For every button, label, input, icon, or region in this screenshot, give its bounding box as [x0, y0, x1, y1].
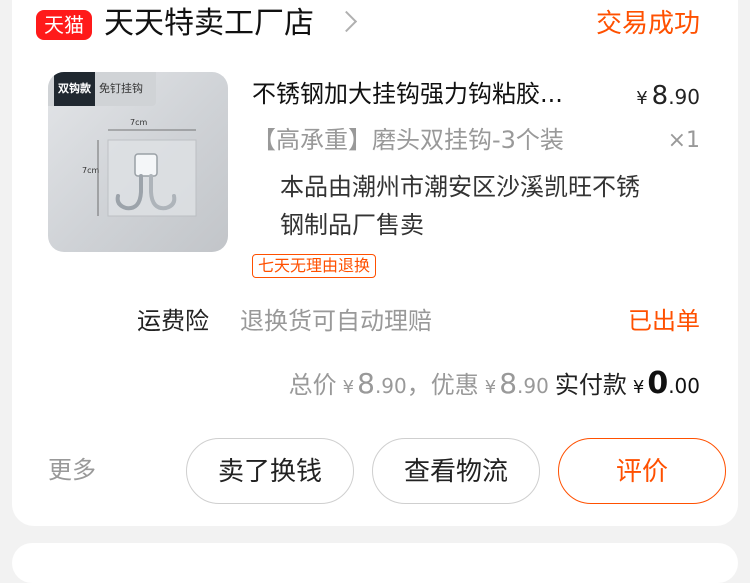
price-integer: 8 — [651, 81, 669, 111]
more-actions-link[interactable]: 更多 — [48, 452, 96, 488]
total-decimal: .90 — [374, 374, 407, 398]
paid-label: 实付款 — [554, 371, 627, 399]
discount-currency: ¥ — [484, 377, 497, 398]
chevron-right-icon[interactable] — [335, 10, 358, 33]
paid-decimal: .00 — [668, 374, 700, 398]
shipping-insurance-label: 运费险 — [137, 307, 209, 335]
shipping-insurance-description: 退换货可自动理赔 — [240, 307, 432, 335]
total-label: 总价 — [288, 371, 337, 399]
order-status: 交易成功 — [595, 9, 700, 39]
product-title[interactable]: 不锈钢加大挂钩强力钩粘胶... — [252, 76, 632, 112]
next-order-card — [12, 543, 738, 583]
shipping-insurance-status: 已出单 — [628, 307, 700, 335]
discount-label: 优惠 — [430, 371, 479, 399]
product-price: ¥8.90 — [636, 80, 700, 115]
discount-integer: 8 — [499, 367, 518, 400]
totals-separator: ， — [406, 371, 431, 399]
shop-name[interactable]: 天天特卖工厂店 — [104, 3, 314, 45]
seller-note: 本品由潮州市潮安区沙溪凯旺不锈钢制品厂售卖 — [280, 173, 640, 239]
sell-item-button[interactable]: 卖了换钱 — [186, 438, 354, 504]
product-quantity: ×1 — [667, 128, 700, 153]
price-currency: ¥ — [636, 88, 648, 109]
review-button[interactable]: 评价 — [558, 438, 726, 504]
product-image[interactable]: 双钩款 免钉挂钩 7cm 7cm — [48, 72, 228, 252]
price-decimal: .90 — [668, 85, 700, 109]
paid-currency: ¥ — [632, 377, 645, 398]
hook-illustration — [97, 129, 197, 217]
order-totals: 总价 ¥8.90，优惠 ¥8.90 实付款 ¥0.00 — [289, 364, 700, 408]
return-policy-badge: 七天无理由退换 — [252, 254, 377, 278]
tmall-logo-icon: 天猫 — [36, 10, 92, 40]
discount-decimal: .90 — [517, 374, 549, 398]
product-spec: 【高承重】磨头双挂钩-3个装 — [252, 126, 564, 154]
total-currency: ¥ — [342, 377, 355, 398]
paid-integer: 0 — [647, 366, 669, 401]
total-integer: 8 — [357, 367, 375, 400]
order-card: 天猫 天天特卖工厂店 交易成功 双钩款 免钉挂钩 7cm 7cm 不锈钢加大挂钩强… — [12, 0, 738, 526]
view-logistics-button[interactable]: 查看物流 — [372, 438, 540, 504]
